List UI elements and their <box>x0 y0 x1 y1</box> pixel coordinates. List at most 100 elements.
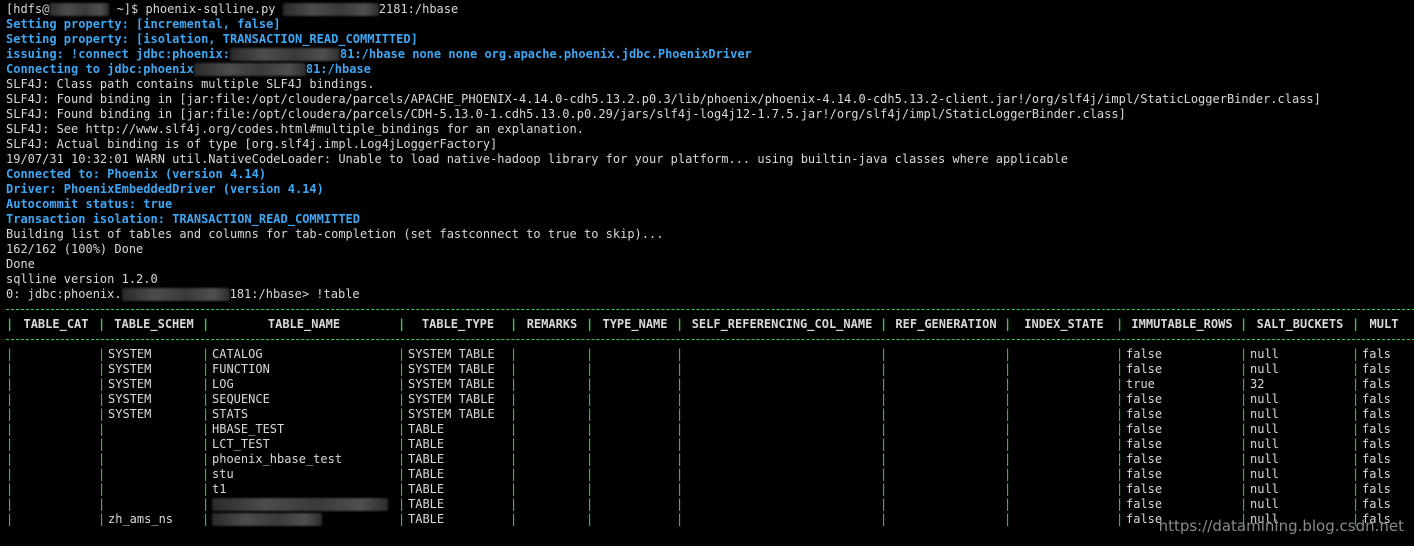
redacted-zk-host <box>282 3 379 16</box>
cell-table-type: SYSTEM TABLE <box>408 407 495 421</box>
cell-type-name <box>594 482 676 497</box>
redacted-connect-host <box>229 48 340 61</box>
redacted-host <box>49 3 110 16</box>
issuing-suffix: 81:/hbase none none org.apache.phoenix.j… <box>339 47 752 61</box>
cell-table-schem <box>106 482 202 497</box>
cell-remarks <box>518 452 586 467</box>
redacted-connecting-host <box>193 63 306 76</box>
header-mult: MULT <box>1369 317 1399 331</box>
cell-immutable-rows: false <box>1126 437 1163 451</box>
cell-salt-buckets: null <box>1250 362 1279 376</box>
cell-mult: fals <box>1362 482 1391 496</box>
cell-table-name: HBASE_TEST <box>212 422 285 436</box>
cell-salt-buckets: null <box>1250 497 1279 511</box>
cell-table-schem <box>106 467 202 482</box>
cell-immutable-rows: false <box>1126 497 1163 511</box>
slf4j-line: SLF4J: See http://www.slf4j.org/codes.ht… <box>6 122 584 136</box>
cell-self-referencing-col-name <box>684 362 880 377</box>
cell-self-referencing-col-name <box>684 377 880 392</box>
cell-table-cat <box>14 497 98 512</box>
cell-table-type: SYSTEM TABLE <box>408 347 495 361</box>
cell-ref-generation <box>888 347 1004 362</box>
cell-table-schem: SYSTEM <box>108 362 152 376</box>
connecting-line: Connecting to jdbc:phoenix 81:/hbase <box>6 62 1414 77</box>
cell-table-name <box>210 497 398 512</box>
table-row: | | | | TABLE | | | | | | false | null | fals <box>6 497 1414 512</box>
cell-ref-generation <box>888 422 1004 437</box>
cell-index-state <box>1012 422 1116 437</box>
cell-ref-generation <box>888 497 1004 512</box>
cell-salt-buckets: null <box>1250 467 1279 481</box>
cell-table-type: SYSTEM TABLE <box>408 362 495 376</box>
cell-index-state <box>1012 497 1116 512</box>
cell-table-schem: zh_ams_ns <box>108 512 174 526</box>
issuing-prefix: issuing: !connect jdbc:phoenix: <box>6 47 230 61</box>
cell-mult: fals <box>1362 362 1391 376</box>
connected-line: Connected to: Phoenix (version 4.14) <box>6 167 267 181</box>
cell-table-cat <box>14 467 98 482</box>
cell-type-name <box>594 362 676 377</box>
table-row: | | SYSTEM | FUNCTION | SYSTEM TABLE | | | | | | fals… <box>6 362 1414 377</box>
cell-salt-buckets: null <box>1250 482 1279 496</box>
header-remarks: REMARKS <box>526 317 578 331</box>
cell-immutable-rows: false <box>1126 422 1163 436</box>
header-self-referencing-col-name: SELF_REFERENCING_COL_NAME <box>691 317 873 331</box>
cell-immutable-rows: false <box>1126 482 1163 496</box>
cell-table-type: TABLE <box>408 512 445 526</box>
cell-ref-generation <box>888 437 1004 452</box>
table-body: | | SYSTEM | CATALOG | SYSTEM TABLE | | | | | | false… <box>6 347 1414 527</box>
cell-table-schem: SYSTEM <box>108 347 152 361</box>
cell-table-type: SYSTEM TABLE <box>408 392 495 406</box>
issuing-connect-line: issuing: !connect jdbc:phoenix: 81:/hbase… <box>6 47 1414 62</box>
cell-table-name: LOG <box>212 377 234 391</box>
cell-remarks <box>518 422 586 437</box>
cell-self-referencing-col-name <box>684 407 880 422</box>
sql-prompt-prefix: 0: jdbc:phoenix. <box>6 287 122 301</box>
cell-immutable-rows: false <box>1126 392 1163 406</box>
cell-table-type: SYSTEM TABLE <box>408 377 495 391</box>
cell-index-state <box>1012 392 1116 407</box>
cell-mult: fals <box>1362 422 1391 436</box>
cell-remarks <box>518 467 586 482</box>
cell-table-name: LCT_TEST <box>212 437 270 451</box>
cell-type-name <box>594 407 676 422</box>
cell-salt-buckets: null <box>1250 392 1279 406</box>
header-immutable-rows: IMMUTABLE_ROWS <box>1131 317 1233 331</box>
cell-table-name: t1 <box>212 482 227 496</box>
cell-salt-buckets: null <box>1250 452 1279 466</box>
cell-self-referencing-col-name <box>684 437 880 452</box>
header-table-schem: TABLE_SCHEM <box>114 317 194 331</box>
cell-salt-buckets: null <box>1250 437 1279 451</box>
building-list-line: Building list of tables and columns for … <box>6 227 664 241</box>
table-top-border <box>6 302 1414 317</box>
header-table-cat: TABLE_CAT <box>23 317 89 331</box>
cell-self-referencing-col-name <box>684 497 880 512</box>
cell-immutable-rows: false <box>1126 347 1163 361</box>
cell-self-referencing-col-name <box>684 512 880 527</box>
cell-table-cat <box>14 512 98 527</box>
cell-mult: fals <box>1362 347 1391 361</box>
cell-table-cat <box>14 482 98 497</box>
cell-salt-buckets: null <box>1250 422 1279 436</box>
cell-mult: fals <box>1362 452 1391 466</box>
setting-isolation-line: Setting property: [isolation, TRANSACTIO… <box>6 32 418 46</box>
table-row: | | SYSTEM | STATS | SYSTEM TABLE | | | | | | false | n… <box>6 407 1414 422</box>
cell-type-name <box>594 452 676 467</box>
cell-table-cat <box>14 377 98 392</box>
transaction-isolation-line: Transaction isolation: TRANSACTION_READ_… <box>6 212 361 226</box>
cell-ref-generation <box>888 392 1004 407</box>
cell-ref-generation <box>888 512 1004 527</box>
sqlline-version-line: sqlline version 1.2.0 <box>6 272 158 286</box>
cell-index-state <box>1012 407 1116 422</box>
cell-self-referencing-col-name <box>684 392 880 407</box>
cell-remarks <box>518 437 586 452</box>
cell-remarks <box>518 347 586 362</box>
terminal-window[interactable]: [hdfs@ ~]$ phoenix-sqlline.py 2181:/hbas… <box>0 0 1414 546</box>
cell-immutable-rows: false <box>1126 362 1163 376</box>
cell-self-referencing-col-name <box>684 482 880 497</box>
redacted-sql-host <box>121 288 230 301</box>
cell-mult: fals <box>1362 467 1391 481</box>
cell-immutable-rows: false <box>1126 452 1163 466</box>
cell-remarks <box>518 362 586 377</box>
cell-self-referencing-col-name <box>684 452 880 467</box>
